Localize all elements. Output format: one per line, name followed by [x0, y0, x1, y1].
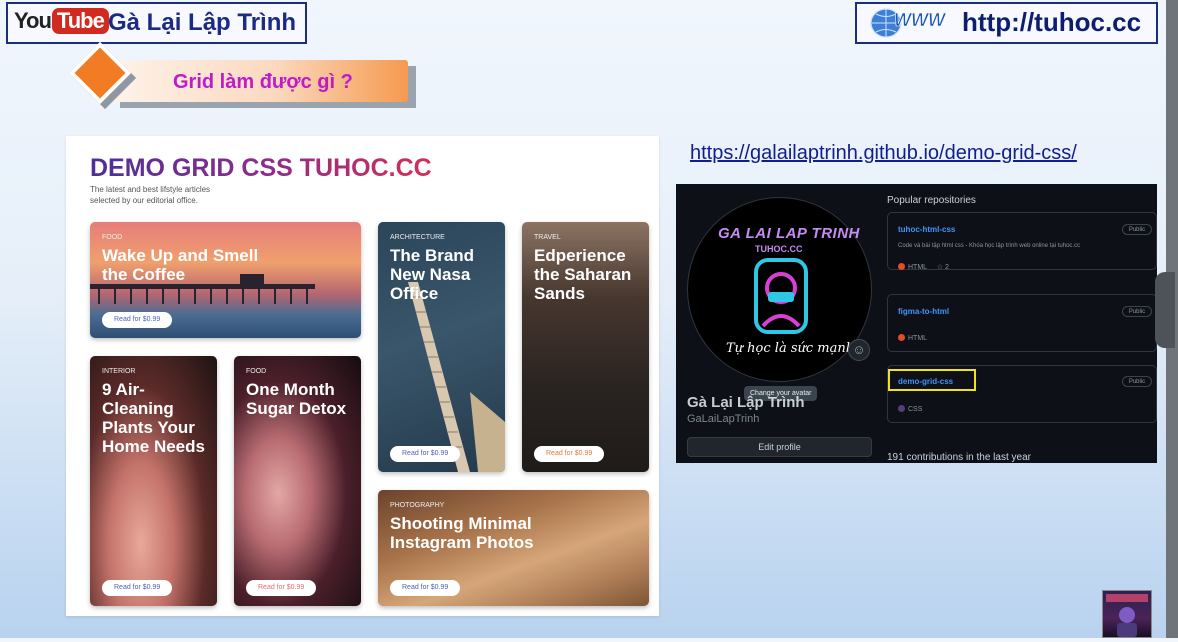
profile-username: GaLaiLapTrinh [687, 413, 760, 425]
repo-language: HTML ☆ 2 [898, 263, 949, 271]
card-title: 9 Air-Cleaning Plants Your Home Needs [102, 380, 205, 456]
repo-description: Code và bài tập html css - Khóa học lập … [898, 243, 1081, 249]
card-title: Shooting Minimal Instagram Photos [390, 514, 534, 552]
contributions-count: 191 contributions in the last year [887, 452, 1031, 463]
card-title: One Month Sugar Detox [246, 380, 347, 418]
card-title: Wake Up and Smell the Coffee [102, 246, 259, 284]
visibility-badge: Public [1122, 306, 1152, 317]
card-tag: FOOD [246, 368, 267, 375]
repo-card [887, 212, 1157, 270]
edit-profile-button[interactable]: Edit profile [687, 437, 872, 457]
presenter-thumbnail [1102, 590, 1152, 638]
card-wake-up[interactable]: FOOD Wake Up and Smell the Coffee Read f… [90, 222, 361, 338]
repo-name-link[interactable]: tuhoc-html-css [898, 225, 955, 234]
slide-title: Grid làm được gì ? [173, 71, 353, 93]
star-icon: ☆ [936, 264, 944, 271]
demo-heading: DEMO GRID CSS TUHOC.CC [90, 154, 432, 182]
card-minimal-photos[interactable]: PHOTOGRAPHY Shooting Minimal Instagram P… [378, 490, 649, 606]
star-count: 2 [944, 264, 949, 271]
card-title: The Brand New Nasa Office [390, 246, 475, 303]
repo-language: HTML [898, 334, 927, 342]
svg-text:WWW: WWW [894, 10, 947, 30]
language-dot-icon [898, 405, 905, 412]
card-tag: ARCHITECTURE [390, 234, 445, 241]
presenter-avatar-icon [1106, 594, 1148, 637]
read-button[interactable]: Read for $0.99 [390, 580, 461, 596]
read-button[interactable]: Read for $0.99 [246, 580, 317, 596]
language-dot-icon [898, 334, 905, 341]
avatar-title: GA LAI LAP TRINH [718, 225, 860, 242]
read-button[interactable]: Read for $0.99 [534, 446, 605, 462]
visibility-badge: Public [1122, 224, 1152, 235]
visibility-badge: Public [1122, 376, 1152, 387]
repo-language: CSS [898, 405, 922, 413]
card-title: Edperience the Saharan Sands [534, 246, 632, 303]
card-tag: INTERIOR [102, 368, 136, 375]
highlight-box [888, 369, 976, 391]
read-button[interactable]: Read for $0.99 [102, 312, 173, 328]
card-saharan-sands[interactable]: TRAVEL Edperience the Saharan Sands Read… [522, 222, 649, 472]
card-tag: PHOTOGRAPHY [390, 502, 445, 509]
card-tag: TRAVEL [534, 234, 561, 241]
smiley-status-icon[interactable]: ☺ [848, 339, 870, 361]
read-button[interactable]: Read for $0.99 [102, 580, 173, 596]
demo-subtitle: The latest and best lifstyle articles se… [90, 185, 211, 205]
card-sugar-detox[interactable]: FOOD One Month Sugar Detox Read for $0.9… [234, 356, 361, 606]
www-globe-icon: WWW [870, 8, 947, 38]
popular-repos-heading: Popular repositories [887, 195, 976, 206]
read-button[interactable]: Read for $0.99 [390, 446, 461, 462]
channel-name: Gà Lại Lập Trình [108, 9, 297, 36]
card-tag: FOOD [102, 234, 123, 241]
card-nasa-office[interactable]: ARCHITECTURE The Brand New Nasa Office R… [378, 222, 505, 472]
website-url: http://tuhoc.cc [962, 7, 1142, 37]
youtube-logo-icon: You Tube [14, 8, 109, 34]
card-air-plants[interactable]: INTERIOR 9 Air-Cleaning Plants Your Home… [90, 356, 217, 606]
side-panel-handle[interactable] [1155, 272, 1175, 348]
repo-name-link[interactable]: figma-to-html [898, 307, 949, 316]
demo-link[interactable]: https://galailaptrinh.github.io/demo-gri… [690, 142, 1077, 165]
avatar-subtitle: TUHOC.CC [755, 244, 803, 254]
language-dot-icon [898, 263, 905, 270]
avatar-signature: Tự học là sức mạnh [726, 341, 855, 356]
profile-display-name: Gà Lại Lập Trình [687, 394, 805, 411]
repo-card [887, 294, 1157, 352]
stairs-image [408, 282, 505, 472]
